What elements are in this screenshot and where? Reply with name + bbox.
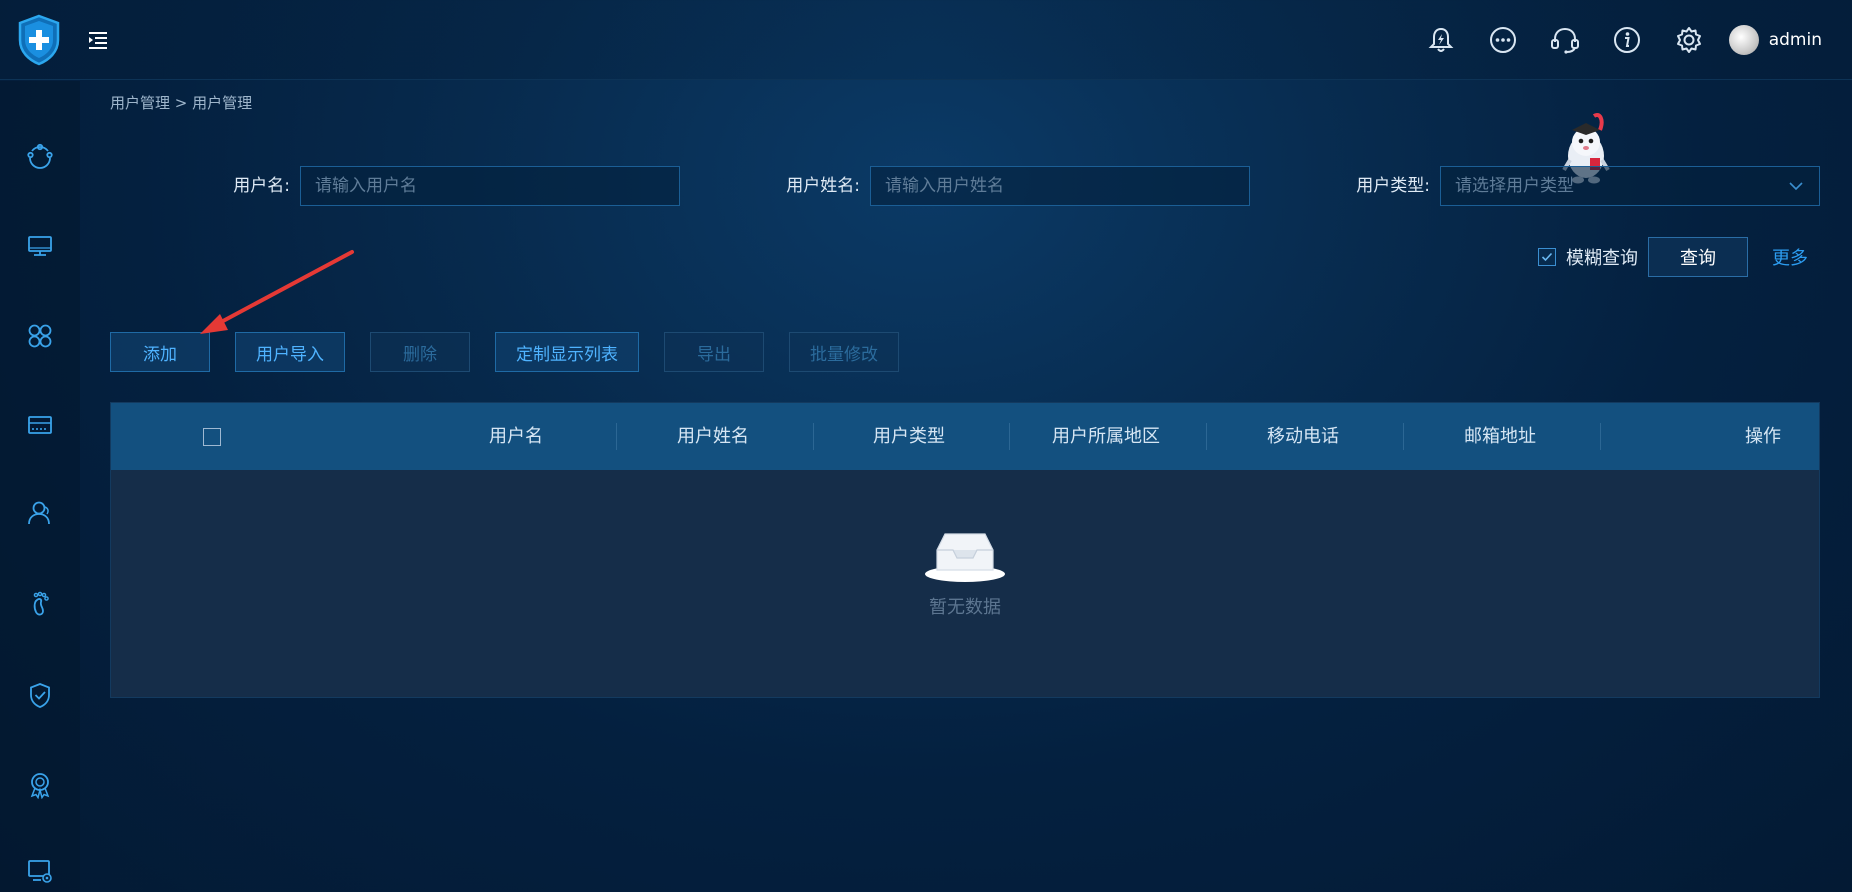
delete-button[interactable]: 删除 [370,332,470,372]
award-icon [30,773,50,799]
column-header-region[interactable]: 用户所属地区 [1006,403,1206,470]
table-header: 用户名 用户姓名 用户类型 用户所属地区 移动电话 邮箱地址 操作 [111,403,1819,470]
sidebar-item-monitor[interactable] [22,228,58,264]
screen-settings-icon [28,860,52,883]
gear-icon[interactable] [1671,22,1707,58]
fuzzy-query-label: 模糊查询 [1566,248,1638,269]
monitor-icon [28,236,52,256]
shield-check-icon [30,683,50,708]
username-input[interactable] [300,166,680,206]
username-label: 用户名: [233,176,290,196]
column-header-mobile[interactable]: 移动电话 [1203,403,1403,470]
header-actions: admin [1397,22,1822,58]
table-body: 暂无数据 [111,470,1819,697]
shield-plus-logo-icon[interactable] [16,14,62,66]
more-filters-link[interactable]: 更多 [1772,244,1808,270]
column-header-email[interactable]: 邮箱地址 [1400,403,1600,470]
custom-columns-button[interactable]: 定制显示列表 [495,332,639,372]
add-button[interactable]: 添加 [110,332,210,372]
footprint-icon [33,591,49,616]
column-header-user-type[interactable]: 用户类型 [809,403,1009,470]
sidebar-item-screen-settings[interactable] [22,853,58,889]
fullname-label: 用户姓名: [786,176,860,196]
avatar [1728,25,1759,55]
sidebar-item-footprint[interactable] [22,586,58,622]
sidebar [0,81,80,892]
sidebar-item-network[interactable] [22,138,58,174]
top-bar: admin [0,0,1852,80]
sidebar-item-apps[interactable] [22,318,58,354]
menu-toggle-icon[interactable] [86,28,110,52]
headset-icon[interactable] [1547,22,1583,58]
username: admin [1768,30,1822,50]
fullname-input[interactable] [870,166,1250,206]
empty-inbox-icon [925,533,1005,582]
column-header-fullname[interactable]: 用户姓名 [613,403,813,470]
user-icon [28,501,50,525]
column-header-username[interactable]: 用户名 [416,403,616,470]
empty-state-text: 暂无数据 [929,597,1001,618]
network-icon [27,143,53,169]
user-type-select[interactable] [1440,166,1820,206]
sidebar-item-storage[interactable] [22,407,58,443]
sidebar-item-award[interactable] [22,767,58,803]
import-users-button[interactable]: 用户导入 [235,332,345,372]
annotation-arrow-icon [200,250,354,334]
sidebar-item-shield[interactable] [22,677,58,713]
users-table: 用户名 用户姓名 用户类型 用户所属地区 移动电话 邮箱地址 操作 暂无数据 [110,402,1820,698]
breadcrumb: 用户管理 > 用户管理 [110,94,253,112]
select-all-checkbox[interactable] [203,428,221,446]
query-button[interactable]: 查询 [1648,237,1748,277]
more-icon[interactable] [1485,22,1521,58]
column-divider [1600,423,1601,450]
apps-icon [28,324,52,348]
bell-icon[interactable] [1423,22,1459,58]
sidebar-item-user[interactable] [22,495,58,531]
user-menu[interactable]: admin [1728,25,1822,55]
info-icon[interactable] [1609,22,1645,58]
batch-edit-button[interactable]: 批量修改 [789,332,899,372]
column-header-actions: 操作 [1745,426,1781,447]
storage-icon [28,416,52,434]
export-button[interactable]: 导出 [664,332,764,372]
checkbox-checked-icon[interactable] [1538,248,1556,266]
user-type-label: 用户类型: [1356,176,1430,196]
fuzzy-query-checkbox[interactable]: 模糊查询 [1538,245,1638,269]
